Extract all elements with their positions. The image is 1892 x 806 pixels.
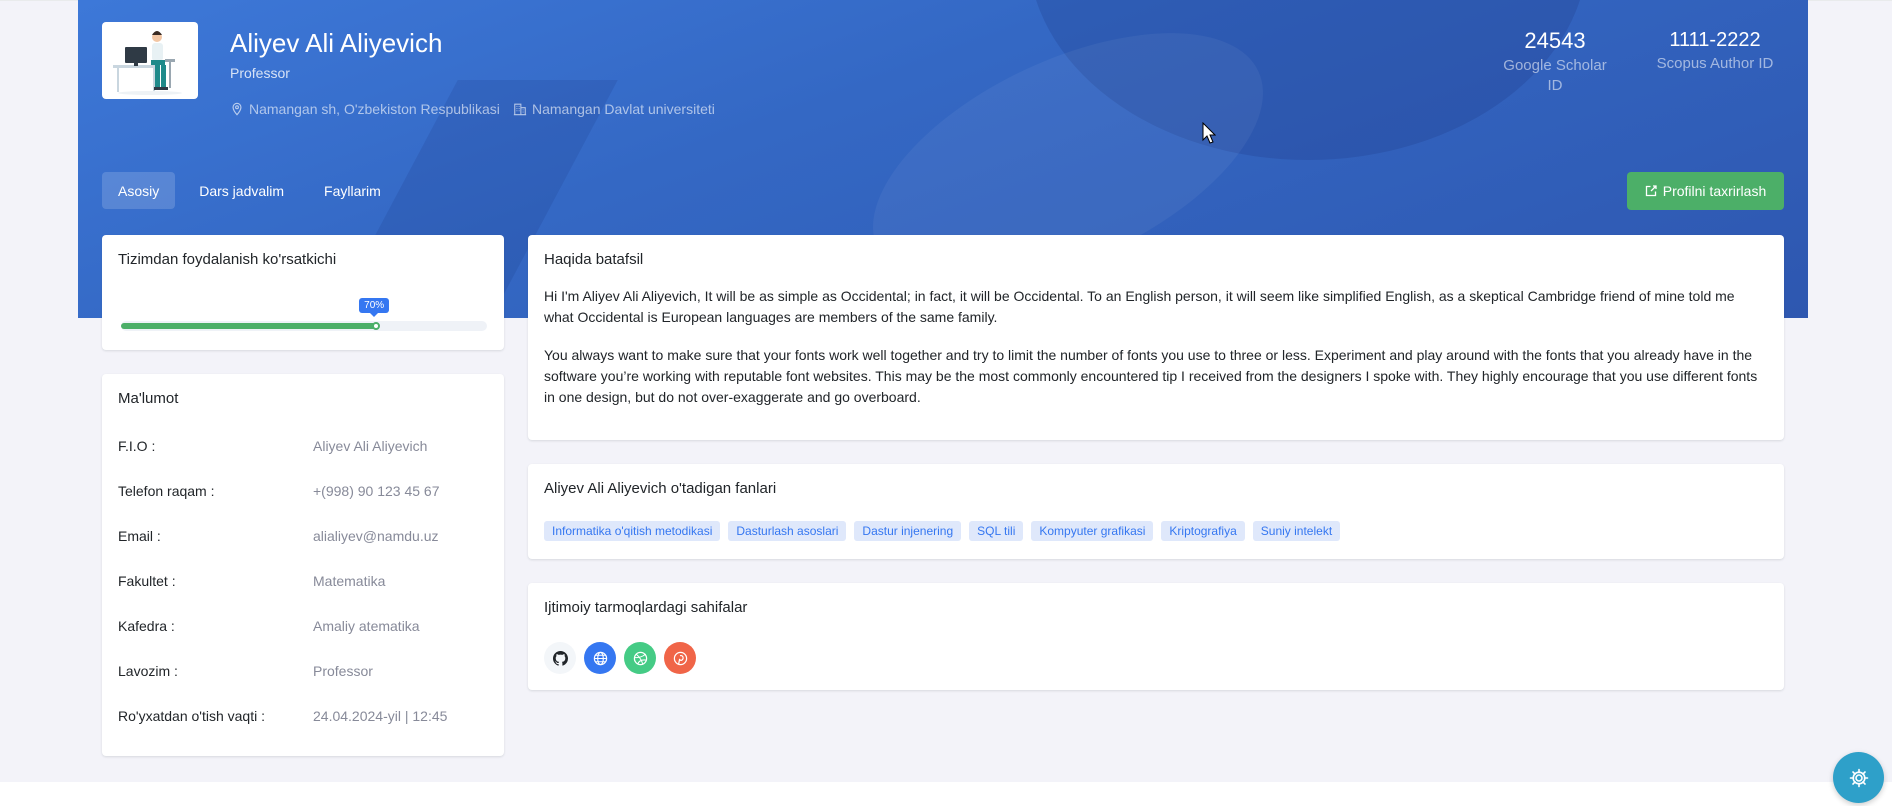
profile-tabs: Asosiy Dars jadvalim Fayllarim — [102, 172, 397, 209]
info-key: Lavozim : — [118, 663, 178, 679]
subject-badge: Kriptografiya — [1161, 521, 1245, 541]
about-title: Haqida batafsil — [544, 251, 644, 268]
edit-profile-label: Profilni taxrirlash — [1662, 183, 1767, 199]
info-value: Aliyev Ali Aliyevich — [313, 438, 428, 454]
info-row-email: Email : alialiyev@namdu.uz — [118, 528, 488, 544]
info-row-position: Lavozim : Professor — [118, 663, 488, 679]
location-text: Namangan sh, O'zbekiston Respublikasi — [249, 101, 500, 117]
subjects-card: Aliyev Ali Aliyevich o'tadigan fanlari I… — [528, 464, 1784, 559]
about-paragraph: Hi I'm Aliyev Ali Aliyevich, It will be … — [544, 288, 1735, 325]
subjects-title: Aliyev Ali Aliyevich o'tadigan fanlari — [544, 480, 777, 497]
about-card: Haqida batafsil Hi I'm Aliyev Ali Aliyev… — [528, 235, 1784, 440]
info-value: Matematika — [313, 573, 386, 589]
gear-icon — [1849, 768, 1868, 787]
progress-fill — [121, 322, 381, 330]
usage-title: Tizimdan foydalanish ko'rsatkichi — [118, 251, 337, 268]
info-value: +(998) 90 123 45 67 — [313, 483, 440, 499]
info-row-faculty: Fakultet : Matematika — [118, 573, 488, 589]
social-title: Ijtimoiy tarmoqlardagi sahifalar — [544, 599, 748, 616]
profile-location: Namangan sh, O'zbekiston Respublikasi — [230, 101, 500, 117]
subject-badge: Suniy intelekt — [1252, 521, 1341, 541]
dribbble-link[interactable] — [624, 642, 656, 674]
info-row-registered: Ro'yxatdan o'tish vaqti : 24.04.2024-yil … — [118, 708, 488, 724]
mouse-cursor-icon — [1202, 122, 1216, 144]
about-paragraph: You always want to make sure that your f… — [544, 347, 1758, 405]
profile-role: Professor — [230, 65, 290, 81]
info-key: Telefon raqam : — [118, 483, 215, 499]
github-link[interactable] — [544, 642, 576, 674]
building-icon — [513, 103, 527, 116]
info-card: Ma'lumot F.I.O : Aliyev Ali Aliyevich Tel… — [102, 374, 504, 756]
settings-button[interactable] — [1833, 752, 1884, 803]
info-value: 24.04.2024-yil | 12:45 — [313, 708, 448, 724]
subject-badge: Dasturlash asoslari — [728, 521, 847, 541]
progress-track — [121, 321, 487, 331]
subjects-list: Informatika o'qitish metodikasi Dasturla… — [544, 521, 1341, 541]
info-row-phone: Telefon raqam : +(998) 90 123 45 67 — [118, 483, 488, 499]
subject-badge: Kompyuter grafikasi — [1031, 521, 1154, 541]
google-scholar-stat: 24543 Google Scholar ID — [1495, 28, 1615, 96]
map-pin-icon — [232, 102, 242, 116]
info-key: Email : — [118, 528, 161, 544]
info-row-fio: F.I.O : Aliyev Ali Aliyevich — [118, 438, 488, 454]
avatar — [102, 22, 198, 99]
stat-label: Google Scholar ID — [1503, 57, 1607, 94]
github-icon — [552, 650, 568, 666]
edit-profile-button[interactable]: Profilni taxrirlash — [1627, 172, 1784, 210]
scopus-author-stat: 1111-2222 Scopus Author ID — [1650, 29, 1780, 74]
info-key: Ro'yxatdan o'tish vaqti : — [118, 708, 265, 724]
organization-text: Namangan Davlat universiteti — [532, 101, 715, 117]
stat-label: Scopus Author ID — [1656, 55, 1774, 72]
tab-asosiy[interactable]: Asosiy — [102, 172, 176, 209]
subject-badge: SQL tili — [969, 521, 1024, 541]
pinterest-icon — [673, 651, 687, 665]
stat-value: 24543 — [1524, 28, 1586, 53]
tab-fayllarim[interactable]: Fayllarim — [308, 172, 397, 209]
globe-icon — [593, 651, 607, 665]
usage-card: Tizimdan foydalanish ko'rsatkichi 70% — [102, 235, 504, 350]
edit-icon — [1645, 185, 1657, 197]
person-at-desk-illustration-icon — [113, 30, 182, 95]
info-key: F.I.O : — [118, 438, 156, 454]
info-title: Ma'lumot — [118, 390, 179, 407]
dribbble-icon — [633, 651, 647, 665]
profile-organization: Namangan Davlat universiteti — [513, 101, 715, 117]
profile-name: Aliyev Ali Aliyevich — [230, 28, 443, 58]
website-link[interactable] — [584, 642, 616, 674]
social-links — [544, 642, 696, 674]
info-row-department: Kafedra : Amaliy atematika — [118, 618, 488, 634]
subject-badge: Dastur injenering — [854, 521, 962, 541]
footer — [0, 782, 1892, 806]
info-key: Kafedra : — [118, 618, 175, 634]
info-value: Professor — [313, 663, 373, 679]
tab-dars-jadvalim[interactable]: Dars jadvalim — [183, 172, 300, 209]
info-key: Fakultet : — [118, 573, 176, 589]
stat-value: 1111-2222 — [1669, 29, 1761, 51]
info-value: alialiyev@namdu.uz — [313, 528, 439, 544]
progress-tooltip: 70% — [359, 298, 390, 317]
pinterest-link[interactable] — [664, 642, 696, 674]
info-value: Amaliy atematika — [313, 618, 420, 634]
subject-badge: Informatika o'qitish metodikasi — [544, 521, 721, 541]
social-card: Ijtimoiy tarmoqlardagi sahifalar — [528, 583, 1784, 690]
